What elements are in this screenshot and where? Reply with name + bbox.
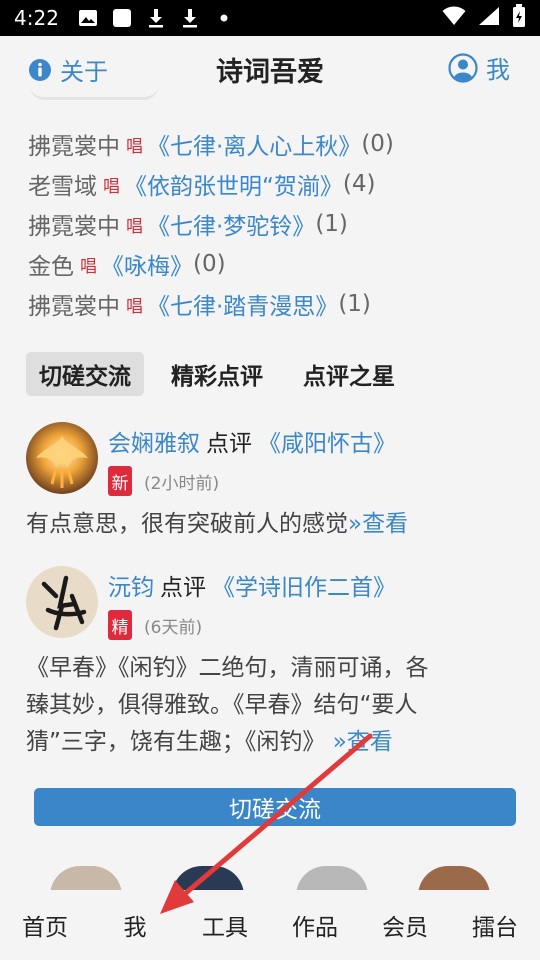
list-item[interactable]: 拂霓裳中唱《七律·离人心上秋》 (0) xyxy=(28,124,528,164)
card-edge xyxy=(30,80,158,100)
nav-tools[interactable]: 工具 xyxy=(180,890,270,960)
tab-review-stars[interactable]: 点评之星 xyxy=(290,352,408,396)
comment-body-line: 臻其妙，俱得雅致。《早春》结句“要人 xyxy=(26,692,418,718)
view-more-link[interactable]: »查看 xyxy=(333,729,393,755)
comment-header: 会娴雅叙 点评 《咸阳怀古》 xyxy=(108,424,396,458)
status-bar: 4:22 xyxy=(0,0,540,36)
status-time: 4:22 xyxy=(14,6,59,30)
info-icon xyxy=(28,58,52,82)
chant-author[interactable]: 拂霓裳中 xyxy=(28,287,120,321)
nav-members[interactable]: 会员 xyxy=(360,890,450,960)
comment-tabs: 切磋交流 精彩点评 点评之星 xyxy=(26,352,408,396)
comment-text: 《早春》《闲钓》二绝句，清丽可诵，各 臻其妙，俱得雅致。《早春》结句“要人 猜”… xyxy=(26,650,516,761)
comment-user-link[interactable]: 会娴雅叙 xyxy=(108,431,200,457)
user-icon xyxy=(448,52,478,83)
comment-text: 有点意思，很有突破前人的感觉»查看 xyxy=(26,506,408,543)
chant-author[interactable]: 拂霓裳中 xyxy=(28,207,120,241)
wifi-icon xyxy=(442,6,466,31)
chant-tag: 唱 xyxy=(126,216,143,237)
nav-home[interactable]: 首页 xyxy=(0,890,90,960)
new-badge: 新 xyxy=(108,466,132,496)
nav-me[interactable]: 我 xyxy=(90,890,180,960)
comment-item: 会娴雅叙 点评 《咸阳怀古》 新 (2小时前) 有点意思，很有突破前人的感觉»查看 xyxy=(26,422,516,552)
chant-count: (4) xyxy=(342,171,376,197)
dot-icon xyxy=(213,7,235,29)
exchange-section-button[interactable]: 切磋交流 xyxy=(34,788,516,826)
comment-body: 有点意思，很有突破前人的感觉 xyxy=(26,511,348,537)
chant-count: (0) xyxy=(361,131,394,157)
chant-work-link[interactable]: 《依韵张世明“贺湔》 xyxy=(124,167,343,201)
nav-works[interactable]: 作品 xyxy=(270,890,360,960)
bottom-nav: 首页 我 工具 作品 会员 擂台 xyxy=(0,890,540,960)
chant-count: (1) xyxy=(338,291,371,317)
comment-meta: 新 (2小时前) xyxy=(108,466,219,496)
avatar[interactable] xyxy=(26,566,98,638)
download-icon xyxy=(179,7,201,29)
chant-work-link[interactable]: 《咏梅》 xyxy=(101,247,193,281)
comment-work-link[interactable]: 《学诗旧作二首》 xyxy=(212,575,396,601)
chant-list: 拂霓裳中唱《七律·离人心上秋》 (0) 老雪域唱《依韵张世明“贺湔》 (4) 拂霓裳… xyxy=(28,124,528,324)
chant-count: (0) xyxy=(193,251,226,277)
chant-tag: 唱 xyxy=(80,256,97,277)
profile-button[interactable]: 我 xyxy=(448,50,510,85)
list-item[interactable]: 拂霓裳中唱《七律·踏青漫思》 (1) xyxy=(28,284,528,324)
download-icon xyxy=(145,7,167,29)
chant-work-link[interactable]: 《七律·梦驼铃》 xyxy=(147,207,315,241)
chant-work-link[interactable]: 《七律·离人心上秋》 xyxy=(147,127,361,161)
featured-badge: 精 xyxy=(108,610,132,640)
profile-label: 我 xyxy=(486,56,510,84)
view-more-link[interactable]: »查看 xyxy=(348,511,408,537)
tab-exchange[interactable]: 切磋交流 xyxy=(26,352,144,396)
comment-time: (6天前) xyxy=(144,617,203,638)
list-item[interactable]: 拂霓裳中唱《七律·梦驼铃》 (1) xyxy=(28,204,528,244)
chant-count: (1) xyxy=(315,211,348,237)
chant-tag: 唱 xyxy=(126,136,143,157)
chant-tag: 唱 xyxy=(103,176,120,197)
chant-work-link[interactable]: 《七律·踏青漫思》 xyxy=(147,287,338,321)
image-icon xyxy=(77,7,99,29)
comment-verb: 点评 xyxy=(160,575,206,601)
comment-verb: 点评 xyxy=(206,431,252,457)
list-item[interactable]: 金色唱《咏梅》 (0) xyxy=(28,244,528,284)
square-icon xyxy=(111,7,133,29)
comment-body-line: 《早春》《闲钓》二绝句，清丽可诵，各 xyxy=(26,655,429,681)
comment-user-link[interactable]: 沅钧 xyxy=(108,575,154,601)
chant-author[interactable]: 金色 xyxy=(28,247,74,281)
chant-tag: 唱 xyxy=(126,296,143,317)
list-item[interactable]: 老雪域唱《依韵张世明“贺湔》 (4) xyxy=(28,164,528,204)
chant-author[interactable]: 老雪域 xyxy=(28,167,97,201)
comment-meta: 精 (6天前) xyxy=(108,610,202,640)
comment-header: 沅钧 点评 《学诗旧作二首》 xyxy=(108,568,396,602)
comment-body-line: 猜”三字，饶有生趣；《闲钓》 xyxy=(26,729,326,755)
avatar[interactable] xyxy=(26,422,98,494)
comment-item: 沅钧 点评 《学诗旧作二首》 精 (6天前) 《早春》《闲钓》二绝句，清丽可诵，各 … xyxy=(26,566,516,766)
chant-author[interactable]: 拂霓裳中 xyxy=(28,127,120,161)
tab-featured-reviews[interactable]: 精彩点评 xyxy=(158,352,276,396)
battery-icon xyxy=(512,3,526,33)
comment-time: (2小时前) xyxy=(144,473,220,494)
nav-arena[interactable]: 擂台 xyxy=(450,890,540,960)
signal-icon xyxy=(478,6,500,31)
comment-work-link[interactable]: 《咸阳怀古》 xyxy=(258,431,396,457)
